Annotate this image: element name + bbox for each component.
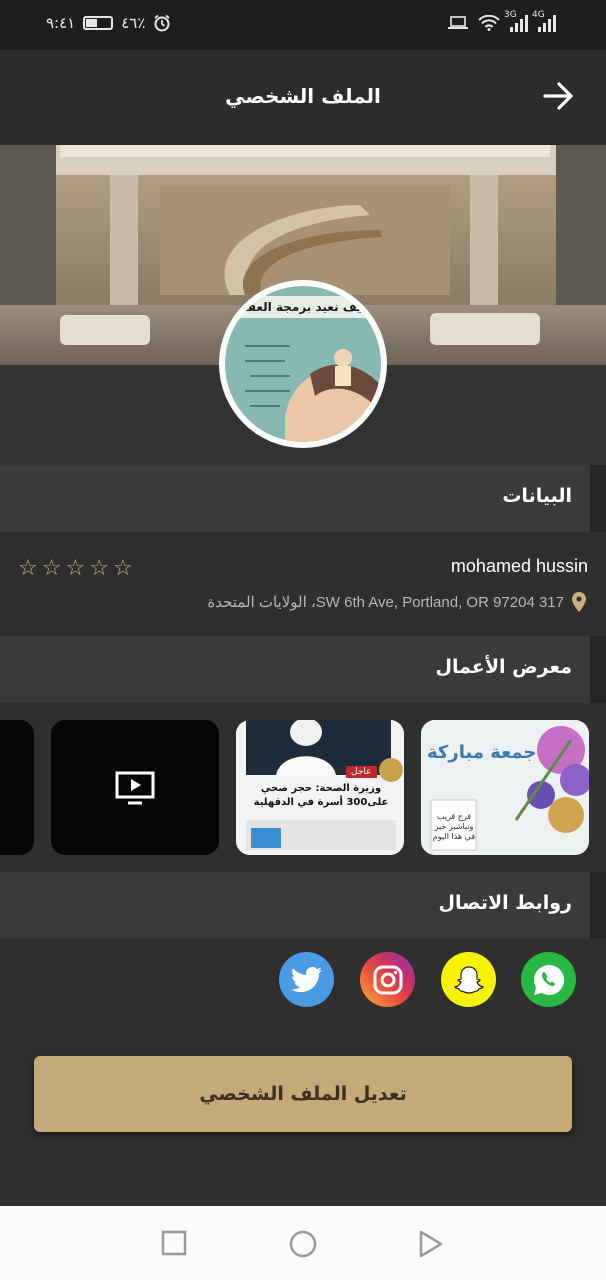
app-header: الملف الشخصي [0, 50, 606, 145]
battery-icon [83, 16, 114, 30]
gallery-item-4-video[interactable] [0, 720, 34, 855]
contact-links [0, 939, 606, 1049]
snapchat-icon[interactable] [441, 952, 496, 1007]
star-icon[interactable]: ☆ [42, 556, 62, 581]
contact-section-header: روابط الاتصال [0, 872, 606, 939]
avatar-image: كيف نعيد برمجة العقل [225, 286, 381, 442]
gallery-item-2[interactable]: عاجل وزيرة الصحة: حجر صحي على300 أسرة في… [236, 720, 404, 855]
twitter-icon[interactable] [279, 952, 334, 1007]
gallery-item-1-caption: فرج قريب وتباشير خير في هذا اليوم [432, 812, 476, 841]
recent-apps-icon[interactable] [161, 1230, 187, 1256]
section-accent [590, 636, 606, 703]
section-accent [590, 465, 606, 532]
location-pin-icon [572, 592, 586, 612]
info-section-title: البيانات [502, 485, 572, 507]
home-icon[interactable] [289, 1230, 317, 1258]
user-name: mohamed hussin [450, 556, 588, 576]
status-right: 3G 4G [448, 10, 556, 32]
whatsapp-icon[interactable] [521, 952, 576, 1007]
section-accent [590, 872, 606, 939]
signal-4g-icon: 4G [532, 10, 556, 32]
star-icon[interactable]: ☆ [89, 556, 109, 581]
contact-section-title: روابط الاتصال [438, 892, 573, 914]
page-title: الملف الشخصي [225, 84, 381, 108]
system-nav-bar [0, 1206, 606, 1280]
laptop-icon [448, 16, 468, 29]
gallery-strip[interactable]: جمعة مباركة فرج قريب وتباشير خير في هذا … [0, 703, 606, 873]
profile-info: mohamed hussin ☆ ☆ ☆ ☆ ☆ SW 6th Ave, Portlan… [0, 532, 606, 636]
address-row: SW 6th Ave, Portland, OR 97204 317، الول… [207, 592, 586, 612]
avatar[interactable]: كيف نعيد برمجة العقل [219, 280, 387, 448]
address-text: SW 6th Ave, Portland, OR 97204 317، الول… [207, 594, 564, 611]
rating-stars[interactable]: ☆ ☆ ☆ ☆ ☆ [18, 556, 133, 581]
status-bar: ٩:٤١ ٤٦٪ 3G 4G [0, 0, 606, 50]
back-arrow-icon[interactable] [542, 80, 574, 112]
back-nav-icon[interactable] [418, 1230, 444, 1258]
gallery-item-3-video[interactable] [51, 720, 219, 855]
alarm-icon [154, 14, 170, 32]
gallery-item-2-badge: عاجل [346, 766, 377, 778]
star-icon[interactable]: ☆ [18, 556, 38, 581]
gallery-section-header: معرض الأعمال [0, 636, 606, 703]
gallery-item-1-title: جمعة مباركة [427, 742, 537, 763]
star-icon[interactable]: ☆ [113, 556, 133, 581]
instagram-icon[interactable] [360, 952, 415, 1007]
info-section-header: البيانات [0, 465, 606, 532]
status-left: ٩:٤١ ٤٦٪ [46, 14, 171, 32]
battery-percent: ٤٦٪ [121, 14, 146, 32]
gallery-item-1[interactable]: جمعة مباركة فرج قريب وتباشير خير في هذا … [421, 720, 589, 855]
gallery-section-title: معرض الأعمال [435, 656, 572, 678]
play-video-icon [115, 771, 155, 805]
star-icon[interactable]: ☆ [65, 556, 85, 581]
net2-label: 4G [532, 10, 545, 20]
net1-label: 3G [504, 10, 517, 20]
gallery-item-2-headline: وزيرة الصحة: حجر صحي على300 أسرة في الدق… [253, 783, 389, 808]
wifi-icon [478, 15, 500, 31]
battery-fill [86, 19, 98, 27]
clock: ٩:٤١ [46, 14, 76, 32]
edit-profile-button[interactable]: تعديل الملف الشخصي [34, 1056, 572, 1132]
signal-3g-icon: 3G [504, 10, 528, 32]
